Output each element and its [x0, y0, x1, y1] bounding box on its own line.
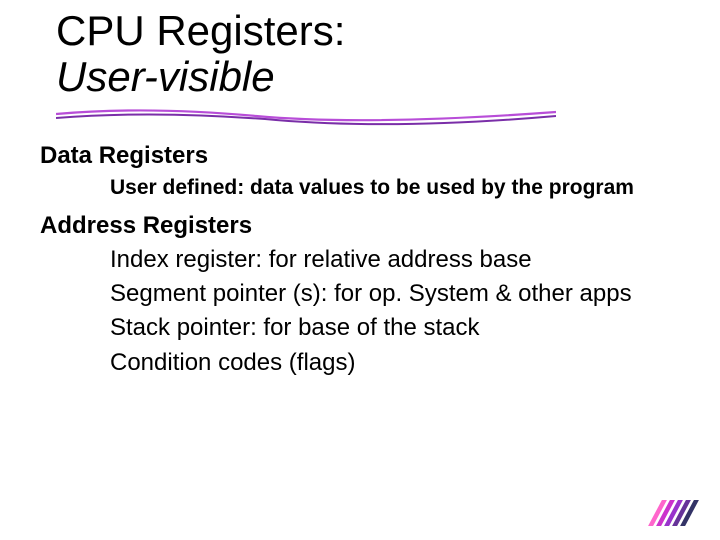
corner-slash-decor — [652, 500, 692, 526]
data-registers-item: User defined: data values to be used by … — [40, 174, 680, 201]
address-registers-item: Condition codes (flags) — [56, 347, 680, 379]
slide-title-block: CPU Registers: User-visible — [40, 8, 680, 100]
address-registers-item: Segment pointer (s): for op. System & ot… — [56, 278, 680, 310]
slide-title-main: CPU Registers: — [56, 8, 680, 54]
slide-title-sub: User-visible — [56, 54, 680, 100]
slide: CPU Registers: User-visible Data Registe… — [0, 0, 720, 379]
section-heading-address-registers: Address Registers — [40, 212, 680, 240]
section-address-registers: Address Registers Index register: for re… — [40, 212, 680, 380]
address-registers-item: Stack pointer: for base of the stack — [56, 312, 680, 344]
slide-content: Data Registers User defined: data values… — [40, 106, 680, 379]
section-heading-data-registers: Data Registers — [40, 142, 680, 170]
address-registers-item: Index register: for relative address bas… — [56, 244, 680, 276]
